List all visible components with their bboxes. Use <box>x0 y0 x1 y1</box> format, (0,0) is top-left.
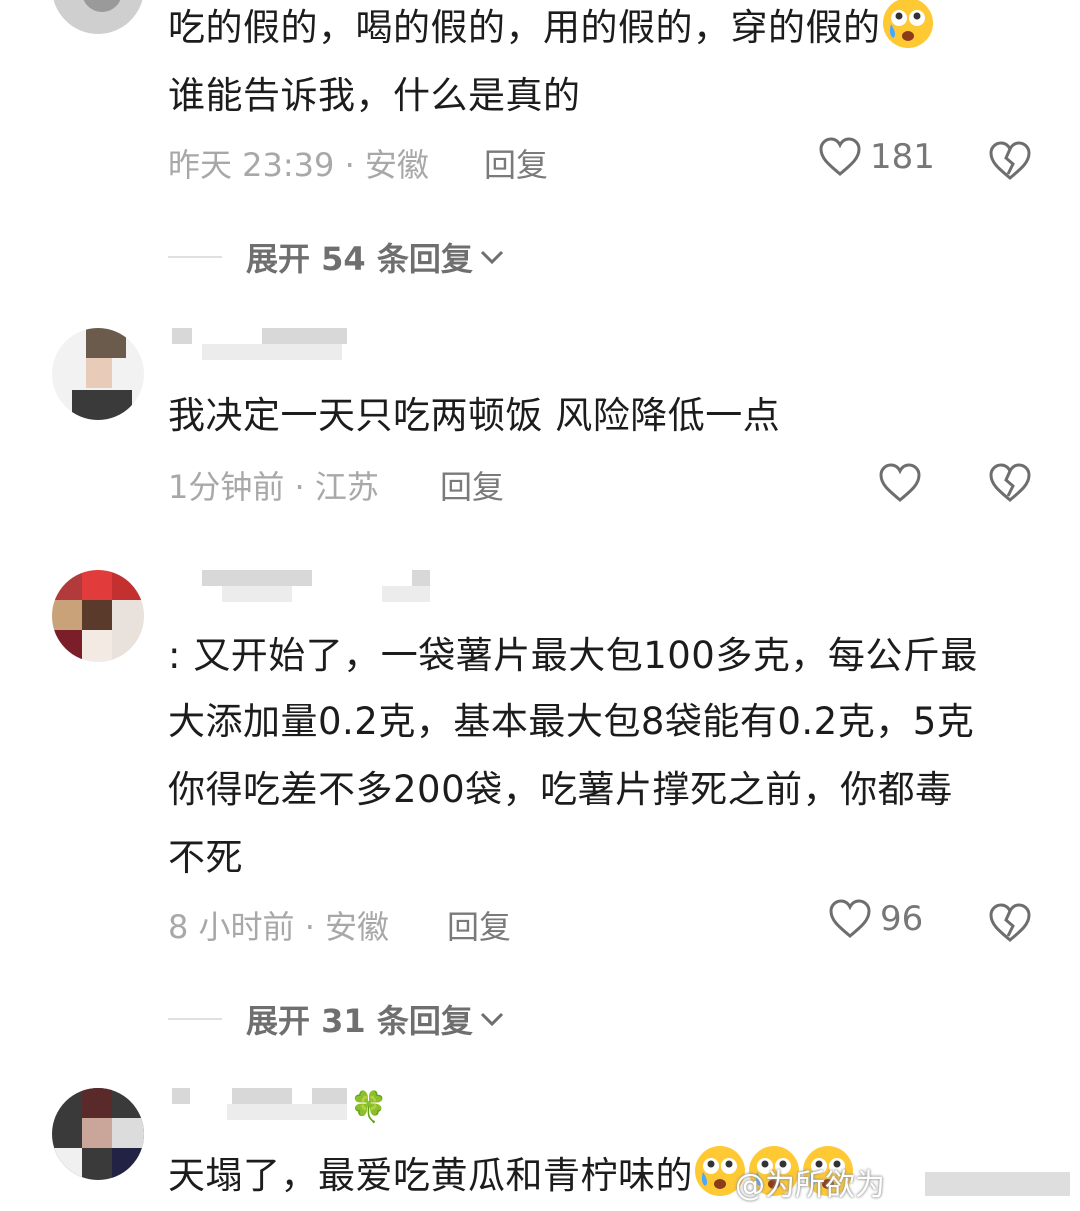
username-pixelated[interactable]: 🍀 <box>172 1088 402 1125</box>
expand-replies-button[interactable]: 展开 54 条回复 <box>168 234 507 280</box>
dislike-heart-icon[interactable] <box>988 462 1032 504</box>
reply-button[interactable]: 回复 <box>447 902 511 948</box>
comment-time-location: 昨天 23:39 · 安徽 <box>168 146 429 184</box>
comment-text-line: 你得吃差不多200袋，吃薯片撑死之前，你都毒 <box>168 768 953 811</box>
dislike-heart-icon[interactable] <box>988 140 1032 182</box>
like-button[interactable]: 181 <box>818 136 935 178</box>
avatar[interactable] <box>52 570 144 662</box>
divider <box>168 256 222 258</box>
comment-text-line: 大添加量0.2克，基本最大包8袋能有0.2克，5克 <box>168 700 975 743</box>
like-count: 96 <box>880 899 924 939</box>
comment-text-line: 谁能告诉我，什么是真的 <box>168 74 581 117</box>
comment-text-line: 不死 <box>168 836 243 879</box>
avatar[interactable] <box>52 0 144 34</box>
heart-icon <box>829 899 871 938</box>
divider <box>168 1018 222 1020</box>
watermark-pixelated <box>925 1172 1070 1196</box>
chevron-down-icon <box>480 1012 503 1027</box>
avatar[interactable] <box>52 328 144 420</box>
heart-icon <box>819 137 861 176</box>
username-pixelated[interactable] <box>172 570 432 604</box>
username-pixelated[interactable] <box>172 328 347 362</box>
crying-emoji-icon <box>882 0 933 48</box>
chevron-down-icon <box>480 250 503 265</box>
comment-text-line: 吃的假的，喝的假的，用的假的，穿的假的 <box>168 0 935 62</box>
reply-button[interactable]: 回复 <box>484 140 548 186</box>
like-count: 181 <box>870 137 935 177</box>
watermark: @为所欲为 <box>735 1168 885 1203</box>
comment-time-location: 1分钟前 · 江苏 <box>168 468 379 506</box>
heart-icon[interactable] <box>878 462 922 504</box>
comment-time-location: 8 小时前 · 安徽 <box>168 908 390 946</box>
avatar[interactable] <box>52 1088 144 1180</box>
like-button[interactable]: 96 <box>828 898 923 940</box>
clover-icon: 🍀 <box>350 1090 388 1125</box>
comment-text-line: 我决定一天只吃两顿饭 风险降低一点 <box>168 394 781 437</box>
reply-button[interactable]: 回复 <box>440 462 504 508</box>
expand-replies-button[interactable]: 展开 31 条回复 <box>168 996 507 1042</box>
comment-text-line: : 又开始了，一袋薯片最大包100多克，每公斤最 <box>168 634 978 677</box>
dislike-heart-icon[interactable] <box>988 902 1032 944</box>
